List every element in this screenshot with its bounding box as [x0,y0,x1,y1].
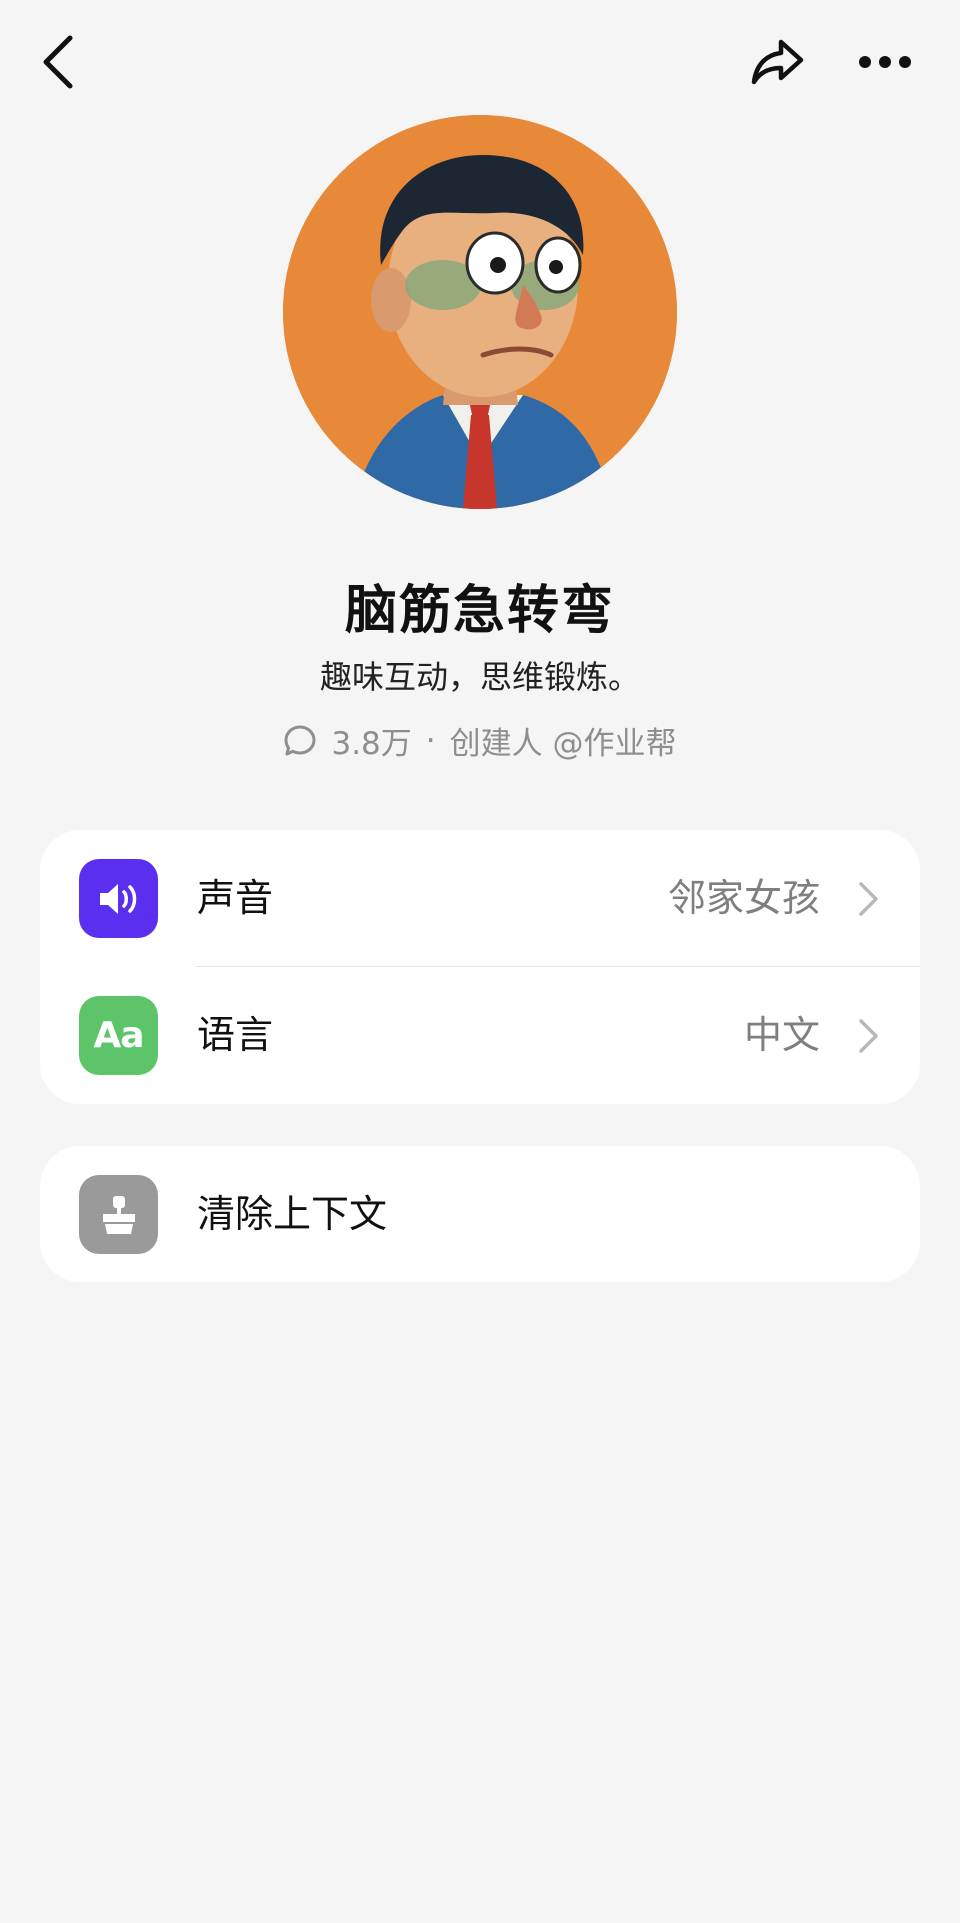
voice-setting-row[interactable]: 声音 邻家女孩 [40,830,920,967]
bot-avatar[interactable] [283,115,677,509]
more-icon [859,56,911,68]
settings-card: 声音 邻家女孩 Aa 语言 中文 [40,830,920,1104]
share-icon [751,39,804,85]
speaker-icon [99,883,136,914]
language-setting-row[interactable]: Aa 语言 中文 [40,967,920,1104]
chevron-left-icon [43,35,73,89]
language-icon: Aa [79,996,158,1075]
clear-context-card[interactable]: 清除上下文 [40,1146,920,1282]
bot-description: 趣味互动，思维锻炼。 [319,658,640,696]
chevron-right-icon [859,1019,878,1053]
language-value: 中文 [743,1013,820,1057]
clear-context-row[interactable]: 清除上下文 [40,1146,920,1282]
voice-label: 声音 [197,876,274,920]
back-button[interactable] [18,22,98,102]
clear-context-label: 清除上下文 [197,1192,388,1236]
more-button[interactable] [845,22,925,102]
meta-separator: · [425,722,436,759]
clear-context-icon [102,1195,135,1234]
bot-meta: 3.8万 · 创建人 @作业帮 [0,718,960,763]
chevron-right-icon [859,882,878,916]
avatar-illustration [283,115,677,509]
chat-count: 3.8万 [331,726,412,762]
comment-bubble-icon [284,725,316,755]
voice-tile [79,859,158,938]
language-label: 语言 [197,1013,274,1057]
share-button[interactable] [738,22,818,102]
bot-name: 脑筋急转弯 [344,581,615,641]
clear-tile [79,1175,158,1254]
voice-value: 邻家女孩 [667,876,820,920]
creator-link[interactable]: 创建人 @作业帮 [450,718,677,763]
bot-profile-page: 脑筋急转弯 趣味互动，思维锻炼。 3.8万 · 创建人 @作业帮 声音 邻家女孩 [0,0,960,1923]
